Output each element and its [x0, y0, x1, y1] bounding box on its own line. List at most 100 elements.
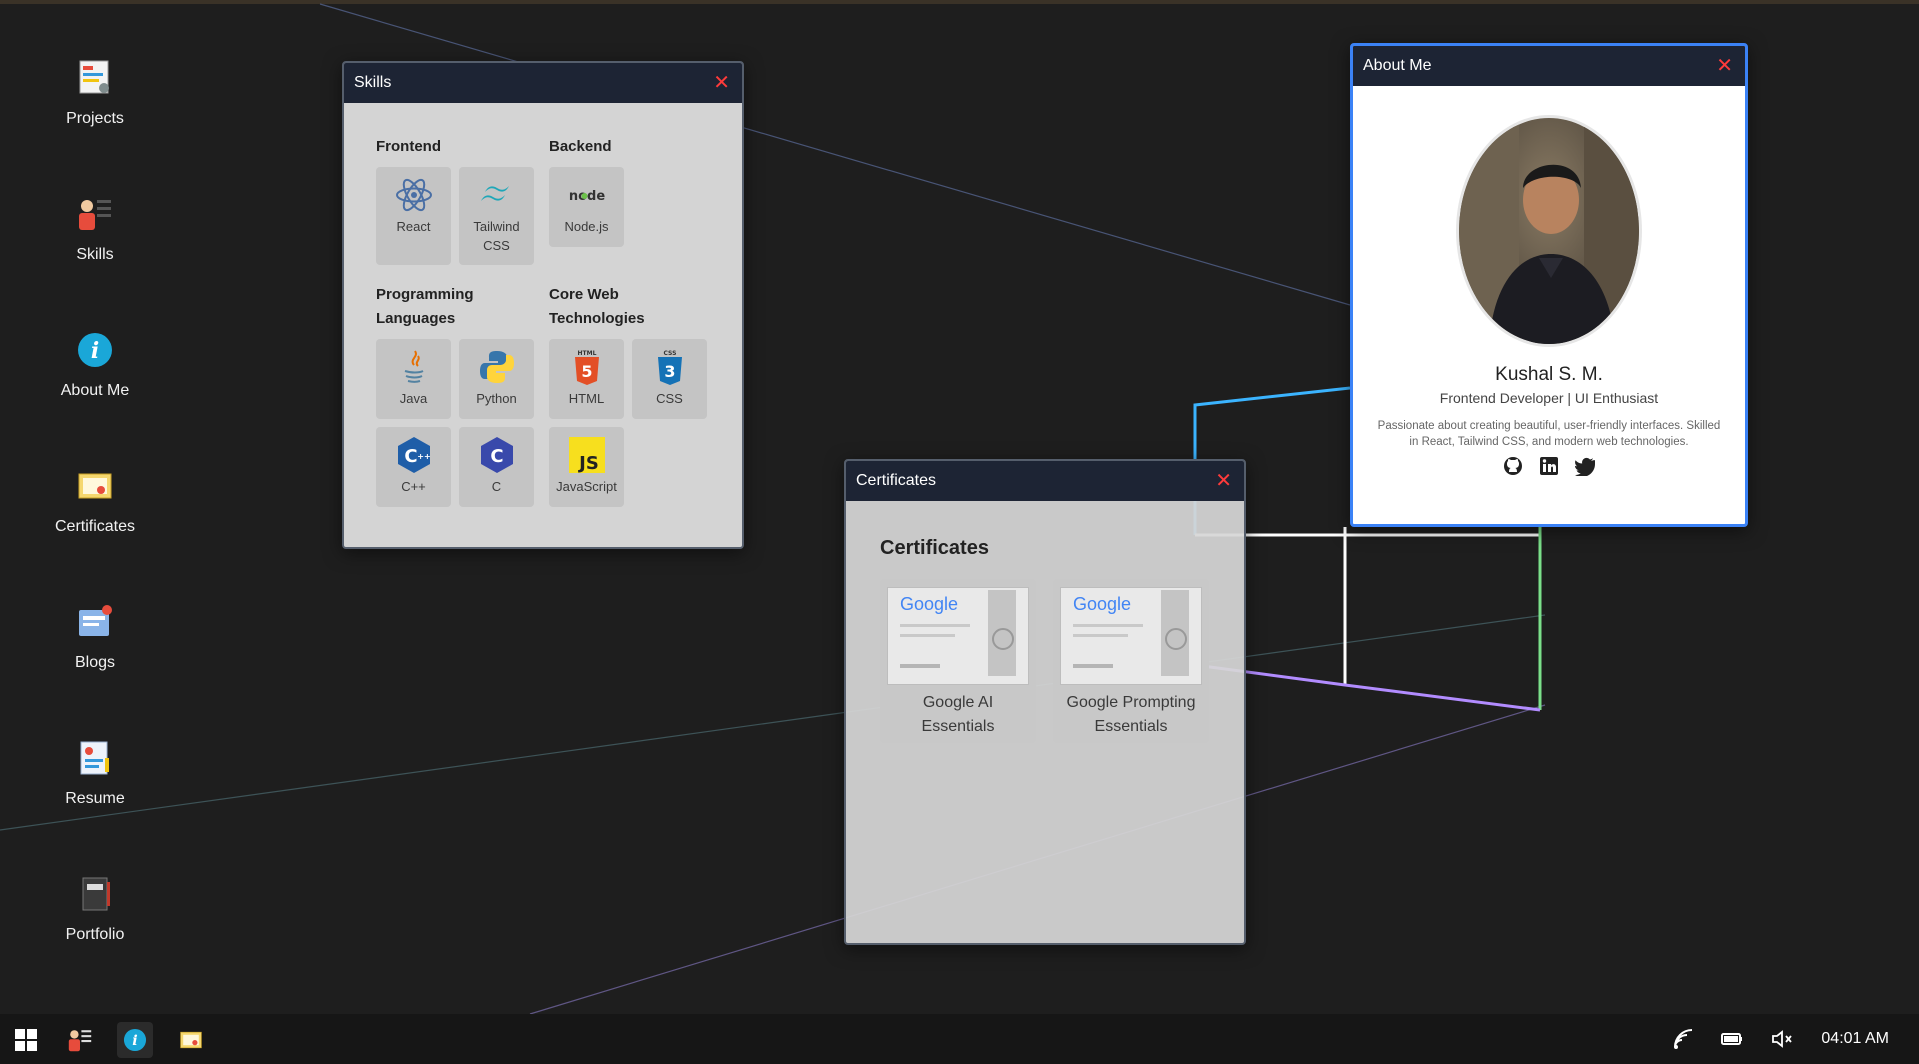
python-icon [479, 351, 514, 383]
certificates-window: Certificates ✕ Certificates Google Googl… [844, 459, 1246, 945]
skills-titlebar[interactable]: Skills ✕ [344, 63, 742, 103]
window-title: About Me [1363, 57, 1432, 74]
linkedin-icon[interactable] [1539, 456, 1559, 476]
desktop-icon-label: About Me [60, 382, 130, 399]
tailwind-icon [480, 186, 509, 201]
desktop-icon-projects[interactable]: Projects [40, 58, 150, 128]
skill-label: HTML [568, 391, 605, 406]
skill-tile-tailwind[interactable]: Tailwind CSS [459, 167, 534, 265]
skill-label: Tailwind CSS [473, 219, 520, 253]
java-icon [404, 350, 423, 383]
skills-icon[interactable] [62, 1022, 98, 1058]
profile-role: Frontend Developer | UI Enthusiast [1439, 390, 1659, 406]
desktop-icon-label: Portfolio [65, 926, 125, 943]
svg-text:JS: JS [577, 453, 599, 474]
skill-tile-html[interactable]: HTML 5 HTML [549, 339, 624, 419]
skill-tile-python[interactable]: Python [459, 339, 534, 419]
desktop-icon-certificates[interactable]: Certificates [40, 466, 150, 536]
desktop-icon-label: Skills [76, 246, 114, 263]
profile-photo [1459, 118, 1639, 344]
skill-tile-react[interactable]: React [376, 167, 451, 265]
info-icon[interactable]: i [117, 1022, 153, 1058]
desktop-icon-portfolio[interactable]: Portfolio [40, 874, 150, 944]
svg-text:3: 3 [664, 362, 675, 381]
skill-tile-c[interactable]: C C [459, 427, 534, 507]
skill-tile-css[interactable]: CSS 3 CSS [632, 339, 707, 419]
desktop-icon-about-me[interactable]: i About Me [40, 330, 150, 400]
c-language-icon: C [480, 437, 513, 473]
close-icon[interactable]: ✕ [1215, 471, 1232, 491]
desktop-icon-label: Blogs [74, 654, 116, 671]
skill-label: C++ [401, 479, 426, 494]
certificate-name: Google AI Essentials [921, 694, 995, 735]
close-icon[interactable]: ✕ [713, 73, 730, 93]
skill-tile-nodejs[interactable]: node Node.js [549, 167, 624, 247]
close-icon[interactable]: ✕ [1716, 56, 1733, 76]
skill-label: Node.js [564, 219, 609, 234]
group-title-programming: Programming Languages [376, 286, 474, 327]
desktop-icon-label: Certificates [54, 518, 136, 535]
group-title-core-web: Core Web Technologies [549, 286, 645, 327]
seal-icon [992, 628, 1014, 650]
skill-label: JavaScript [556, 479, 617, 494]
cpp-icon: C ++ [397, 437, 430, 473]
certificates-titlebar[interactable]: Certificates ✕ [846, 461, 1244, 501]
skill-label: C [491, 479, 502, 494]
battery-icon[interactable] [1720, 1027, 1744, 1051]
svg-text:HTML: HTML [577, 350, 596, 357]
about-me-window: About Me ✕ Kushal S. M. Frontend Develop… [1350, 43, 1748, 527]
desktop-icon-skills[interactable]: Skills [40, 194, 150, 264]
skill-tile-cpp[interactable]: C ++ C++ [376, 427, 451, 507]
certificate-card[interactable]: Google Google Prompting Essentials [1053, 579, 1209, 743]
skill-tile-java[interactable]: Java [376, 339, 451, 419]
skill-label: Java [399, 391, 428, 406]
info-icon: i [78, 333, 112, 367]
html5-icon: HTML 5 [574, 350, 599, 385]
skill-label: CSS [656, 391, 683, 406]
certificates-heading: Certificates [880, 537, 989, 559]
profile-name: Kushal S. M. [1495, 364, 1603, 385]
certificate-name: Google Prompting Essentials [1066, 694, 1196, 735]
group-title-frontend: Frontend [376, 138, 441, 155]
seal-icon [1165, 628, 1187, 650]
certificate-icon [78, 473, 112, 499]
github-icon[interactable] [1503, 456, 1523, 476]
portfolio-icon [82, 877, 110, 911]
react-icon [395, 178, 432, 212]
social-links [1353, 456, 1745, 478]
group-title-backend: Backend [549, 138, 612, 155]
network-icon[interactable] [1672, 1027, 1696, 1051]
desktop-icon-label: Resume [65, 790, 125, 807]
taskbar: i 04:01 AM [0, 1014, 1919, 1064]
svg-text:CSS: CSS [663, 350, 676, 357]
svg-text:5: 5 [581, 362, 592, 381]
top-border [0, 0, 1919, 4]
desktop-icon-resume[interactable]: Resume [40, 738, 150, 808]
svg-text:C: C [404, 446, 417, 467]
windows-start-icon[interactable] [8, 1022, 44, 1058]
desktop-icon-label: Projects [66, 110, 124, 127]
google-logo: Google [1073, 594, 1132, 614]
projects-icon [79, 60, 109, 94]
svg-text:i: i [132, 1033, 137, 1049]
skill-tile-javascript[interactable]: JS JavaScript [549, 427, 624, 507]
resume-icon [80, 741, 109, 775]
skills-window: Skills ✕ Frontend Backend React Tailwind… [342, 61, 744, 549]
about-titlebar[interactable]: About Me ✕ [1353, 46, 1745, 86]
css3-icon: CSS 3 [657, 350, 682, 385]
certificate-thumbnail: Google [887, 587, 1029, 685]
skill-label: Python [476, 391, 517, 406]
certificate-icon[interactable] [173, 1022, 209, 1058]
certificate-card[interactable]: Google Google AI Essentials [880, 579, 1036, 743]
window-title: Certificates [856, 472, 937, 489]
svg-text:i: i [91, 338, 99, 364]
skills-icon [79, 200, 111, 230]
nodejs-icon: node [568, 189, 604, 204]
twitter-icon[interactable] [1575, 456, 1597, 478]
desktop-icon-blogs[interactable]: Blogs [40, 602, 150, 672]
blog-icon [79, 605, 112, 636]
svg-text:C: C [490, 446, 503, 467]
volume-muted-icon[interactable] [1770, 1027, 1794, 1051]
svg-text:++: ++ [417, 452, 430, 461]
clock: 04:01 AM [1821, 1030, 1889, 1047]
